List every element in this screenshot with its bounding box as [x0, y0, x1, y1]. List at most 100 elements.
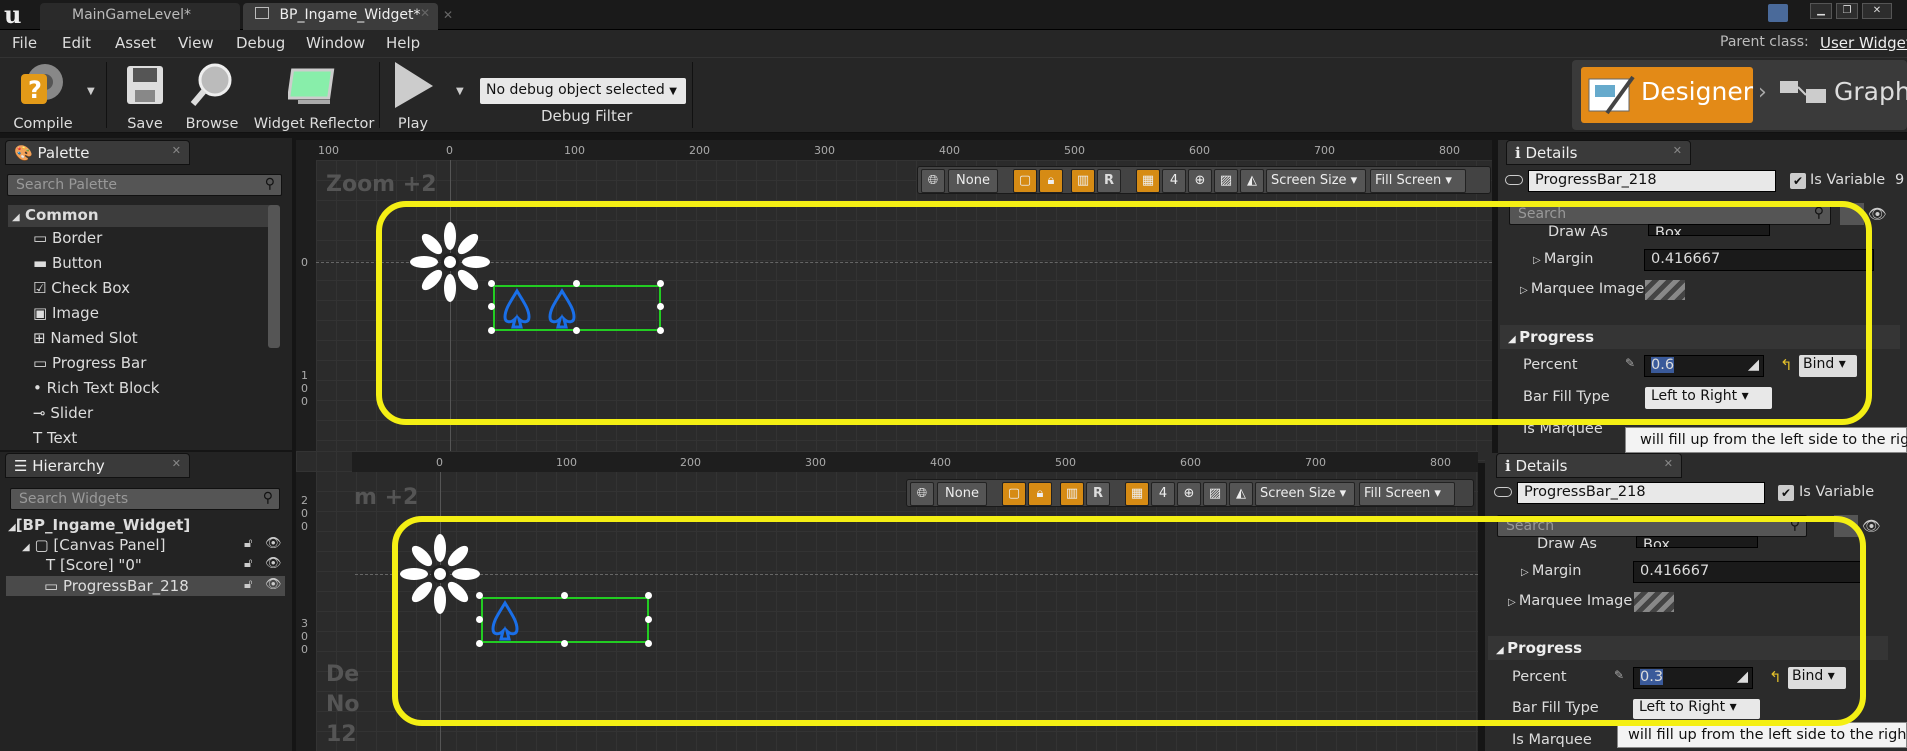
close-window-button[interactable]: ✕: [1862, 3, 1892, 19]
grid-size-dropdown[interactable]: 4: [1151, 482, 1175, 506]
search-icon[interactable]: ⚲: [263, 490, 273, 506]
blueprint-icon: [255, 7, 269, 19]
ruler-tick: 200: [689, 144, 710, 157]
respect-locks-button[interactable]: R: [1086, 482, 1110, 506]
fit-icon[interactable]: ⊕: [1177, 482, 1201, 506]
compile-button[interactable]: ? Compile: [8, 60, 78, 132]
grid-snap-icon[interactable]: ▦: [1125, 482, 1149, 506]
progress-bar-icon: [1505, 175, 1523, 185]
close-icon[interactable]: ✕: [420, 6, 430, 20]
widget-name-input[interactable]: ProgressBar_218: [1528, 170, 1776, 192]
globe-icon[interactable]: 🌐︎: [921, 169, 945, 193]
screen-size-dropdown[interactable]: Screen Size ▾: [1255, 482, 1355, 506]
play-button[interactable]: Play: [385, 60, 441, 132]
eye-icon[interactable]: 👁︎: [265, 577, 282, 592]
palette-item-border[interactable]: ▭ Border: [33, 229, 102, 247]
hierarchy-search-input[interactable]: Search Widgets ⚲: [10, 488, 280, 510]
palette-search-input[interactable]: Search Palette ⚲: [7, 174, 282, 196]
close-icon[interactable]: ✕: [1664, 457, 1673, 470]
screen-size-dropdown[interactable]: Screen Size ▾: [1266, 169, 1366, 193]
is-variable-checkbox[interactable]: ✔: [1778, 485, 1794, 501]
outline-icon[interactable]: ▢: [1013, 169, 1037, 193]
ruler-tick: 0: [301, 643, 308, 656]
fill-screen-dropdown[interactable]: Fill Screen ▾: [1370, 169, 1466, 193]
tab-main-game-level[interactable]: MainGameLevel*: [40, 3, 240, 30]
close-icon[interactable]: ✕: [443, 8, 453, 22]
respect-locks-button[interactable]: R: [1097, 169, 1121, 193]
grid-size-dropdown[interactable]: 4: [1162, 169, 1186, 193]
menu-debug[interactable]: Debug: [236, 34, 285, 52]
eye-icon[interactable]: 👁︎: [1862, 517, 1881, 535]
parent-class-link[interactable]: User Widget: [1820, 34, 1907, 52]
palette-item-progress-bar[interactable]: ▭ Progress Bar: [33, 354, 146, 372]
lock-icon[interactable]: 🔓︎: [244, 556, 252, 571]
close-icon[interactable]: ✕: [1673, 144, 1682, 157]
fill-screen-dropdown[interactable]: Fill Screen ▾: [1359, 482, 1455, 506]
chevron-down-icon[interactable]: ▼: [87, 86, 95, 97]
hierarchy-root[interactable]: ◢[BP_Ingame_Widget]: [8, 516, 190, 534]
palette-item-text[interactable]: T Text: [33, 429, 77, 447]
debug-object-select[interactable]: No debug object selected ▼: [480, 78, 686, 104]
menu-asset[interactable]: Asset: [115, 34, 156, 52]
palette-item-check-box[interactable]: ☑ Check Box: [33, 279, 130, 297]
eye-icon[interactable]: 👁︎: [1868, 205, 1887, 223]
details-title: Details: [1515, 457, 1568, 475]
graduation-cap-icon[interactable]: [1768, 4, 1788, 22]
eye-icon[interactable]: 👁︎: [265, 556, 282, 571]
hierarchy-icon: ☰: [14, 457, 28, 475]
hierarchy-canvas-panel[interactable]: ◢ ▢ [Canvas Panel]: [22, 536, 165, 554]
menu-window[interactable]: Window: [306, 34, 365, 52]
menu-file[interactable]: File: [12, 34, 37, 52]
grid-snap-icon[interactable]: ▦: [1136, 169, 1160, 193]
palette-item-named-slot[interactable]: ⊞ Named Slot: [33, 329, 138, 347]
browse-button[interactable]: Browse: [178, 60, 246, 132]
image-icon[interactable]: ▨: [1203, 482, 1227, 506]
hierarchy-score-text[interactable]: T [Score] "0": [46, 556, 142, 574]
layout-icon[interactable]: ▥: [1060, 482, 1084, 506]
palette-item-rich-text-block[interactable]: • Rich Text Block: [33, 379, 159, 397]
palette-category-common[interactable]: ◢ Common: [8, 205, 276, 227]
lock-icon[interactable]: 🔓︎: [244, 577, 252, 592]
lock-icon[interactable]: 🔓︎: [244, 536, 252, 551]
palette-scrollbar[interactable]: [268, 205, 280, 348]
outline-icon[interactable]: ▢: [1002, 482, 1026, 506]
maximize-button[interactable]: ❐: [1836, 3, 1858, 19]
screen-size-label: Screen Size: [1271, 173, 1347, 188]
save-button[interactable]: Save: [115, 60, 175, 132]
eye-icon[interactable]: 👁︎: [265, 536, 282, 551]
lock-icon[interactable]: 🔒︎: [1028, 482, 1052, 506]
dpi-none-dropdown[interactable]: None: [948, 169, 998, 193]
details-header-top: ℹ Details ✕: [1506, 140, 1691, 165]
globe-icon[interactable]: 🌐︎: [910, 482, 934, 506]
graph-mode-button[interactable]: Graph: [1778, 67, 1907, 123]
fit-icon[interactable]: ⊕: [1188, 169, 1212, 193]
tab-bp-ingame-widget[interactable]: BP_Ingame_Widget* ✕: [243, 3, 453, 30]
palette-item-image[interactable]: ▣ Image: [33, 304, 99, 322]
graph-label: Graph: [1834, 77, 1907, 106]
menu-edit[interactable]: Edit: [62, 34, 91, 52]
lock-icon[interactable]: 🔒︎: [1039, 169, 1063, 193]
mirror-icon[interactable]: ◭: [1240, 169, 1264, 193]
search-icon[interactable]: ⚲: [265, 176, 275, 192]
is-variable-checkbox[interactable]: ✔: [1790, 173, 1806, 189]
hierarchy-progress-bar[interactable]: ▭ ProgressBar_218: [44, 577, 189, 595]
designer-mode-button[interactable]: Designer: [1581, 67, 1753, 123]
menu-help[interactable]: Help: [386, 34, 420, 52]
palette-item-slider[interactable]: ⊸ Slider: [33, 404, 93, 422]
chevron-down-icon[interactable]: ▼: [456, 86, 464, 97]
mirror-icon[interactable]: ◭: [1229, 482, 1253, 506]
close-icon[interactable]: ✕: [172, 457, 181, 470]
widget-name-input[interactable]: ProgressBar_218: [1517, 482, 1765, 504]
minimize-button[interactable]: ▁: [1810, 3, 1832, 19]
ruler-tick: 600: [1189, 144, 1210, 157]
dpi-none-dropdown[interactable]: None: [937, 482, 987, 506]
ruler-tick: 2: [301, 494, 308, 507]
layout-icon[interactable]: ▥: [1071, 169, 1095, 193]
image-icon[interactable]: ▨: [1214, 169, 1238, 193]
play-icon: [395, 62, 433, 108]
widget-reflector-button[interactable]: Widget Reflector: [253, 60, 375, 132]
palette-item-button[interactable]: ▬ Button: [33, 254, 102, 272]
menu-view[interactable]: View: [178, 34, 214, 52]
slider-icon: ⊸: [33, 404, 51, 422]
close-icon[interactable]: ✕: [172, 144, 181, 157]
